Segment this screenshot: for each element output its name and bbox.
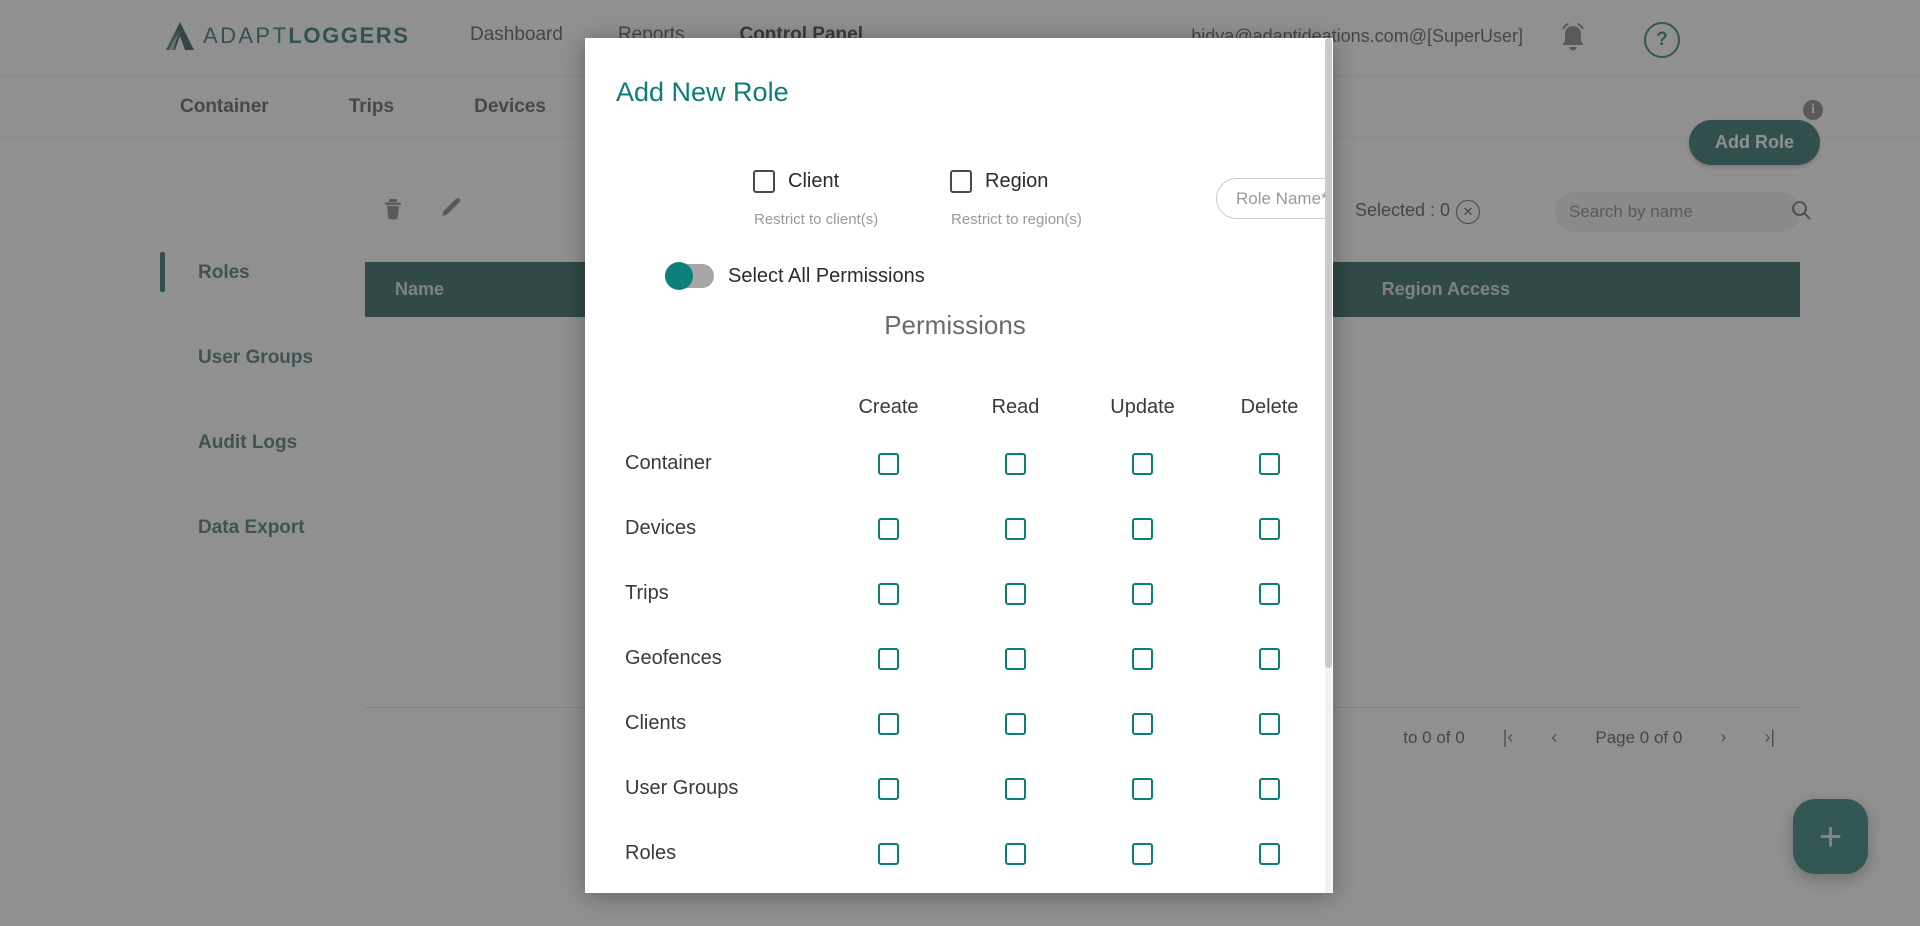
region-checkbox-label: Region xyxy=(985,170,1049,192)
permission-checkbox-delete[interactable] xyxy=(1259,452,1280,475)
permission-row-label: Roles xyxy=(625,842,677,864)
permission-row: Devices xyxy=(585,496,1325,561)
permission-checkbox-read[interactable] xyxy=(1005,842,1026,865)
permission-row-label: Container xyxy=(625,452,712,474)
permission-checkbox-update[interactable] xyxy=(1132,517,1153,540)
permission-column-delete: Delete xyxy=(1240,395,1299,418)
permission-row: Roles xyxy=(585,821,1325,886)
permission-column-create: Create xyxy=(858,395,919,418)
permission-checkbox-update[interactable] xyxy=(1132,452,1153,475)
role-name-input[interactable] xyxy=(1216,178,1325,219)
select-all-permissions-label: Select All Permissions xyxy=(728,264,925,287)
permission-checkbox-create[interactable] xyxy=(878,517,899,540)
permission-checkbox-create[interactable] xyxy=(878,712,899,735)
dialog-scrollbar[interactable] xyxy=(1325,38,1332,893)
permission-row: Container xyxy=(585,431,1325,496)
permission-row-label: Geofences xyxy=(625,647,722,669)
region-checkbox[interactable] xyxy=(950,170,972,193)
permission-checkbox-delete[interactable] xyxy=(1259,842,1280,865)
permission-checkbox-create[interactable] xyxy=(878,842,899,865)
permission-row: Trips xyxy=(585,561,1325,626)
permission-checkbox-read[interactable] xyxy=(1005,517,1026,540)
permission-row: Geofences xyxy=(585,626,1325,691)
permission-checkbox-read[interactable] xyxy=(1005,582,1026,605)
permission-checkbox-read[interactable] xyxy=(1005,777,1026,800)
client-checkbox-label: Client xyxy=(788,170,840,192)
permission-checkbox-update[interactable] xyxy=(1132,842,1153,865)
select-all-permissions-row: Select All Permissions xyxy=(665,262,925,290)
permission-row: Clients xyxy=(585,691,1325,756)
region-restriction-group: Region Restrict to region(s) xyxy=(950,170,1082,228)
permission-checkbox-create[interactable] xyxy=(878,647,899,670)
permission-checkbox-create[interactable] xyxy=(878,777,899,800)
permissions-heading: Permissions xyxy=(884,310,1026,340)
permission-checkbox-update[interactable] xyxy=(1132,647,1153,670)
permission-checkbox-read[interactable] xyxy=(1005,452,1026,475)
dialog-scrollbar-thumb[interactable] xyxy=(1325,38,1332,668)
permission-checkbox-delete[interactable] xyxy=(1259,647,1280,670)
region-restriction-help: Restrict to region(s) xyxy=(951,211,1082,228)
permission-checkbox-update[interactable] xyxy=(1132,582,1153,605)
permission-row-label: Trips xyxy=(625,582,669,604)
add-new-role-dialog: Add New Role Client Restrict to client(s… xyxy=(585,38,1333,893)
dialog-title: Add New Role xyxy=(616,77,789,107)
client-restriction-group: Client Restrict to client(s) xyxy=(753,170,878,228)
permission-checkbox-delete[interactable] xyxy=(1259,582,1280,605)
permission-row-label: Clients xyxy=(625,712,687,734)
permission-checkbox-update[interactable] xyxy=(1132,712,1153,735)
permission-row-label: User Groups xyxy=(625,777,739,799)
client-restriction-help: Restrict to client(s) xyxy=(754,211,879,228)
permission-row-label: Devices xyxy=(625,517,697,539)
permission-column-read: Read xyxy=(991,395,1040,418)
permission-column-update: Update xyxy=(1110,395,1175,418)
client-checkbox[interactable] xyxy=(753,170,775,193)
permission-checkbox-delete[interactable] xyxy=(1259,712,1280,735)
permissions-header-row: Create Read Update Delete xyxy=(585,383,1325,431)
permission-checkbox-read[interactable] xyxy=(1005,647,1026,670)
permission-row: Audit Logs xyxy=(585,886,1325,893)
permissions-table: Create Read Update Delete Container Devi… xyxy=(585,383,1325,893)
permission-checkbox-delete[interactable] xyxy=(1259,777,1280,800)
toggle-knob xyxy=(665,262,693,290)
permission-checkbox-delete[interactable] xyxy=(1259,517,1280,540)
permission-checkbox-create[interactable] xyxy=(878,452,899,475)
dialog-scroll-area: Add New Role Client Restrict to client(s… xyxy=(585,38,1325,893)
permission-row: User Groups xyxy=(585,756,1325,821)
permission-checkbox-update[interactable] xyxy=(1132,777,1153,800)
select-all-permissions-toggle[interactable] xyxy=(665,262,714,290)
permission-checkbox-create[interactable] xyxy=(878,582,899,605)
permission-checkbox-read[interactable] xyxy=(1005,712,1026,735)
